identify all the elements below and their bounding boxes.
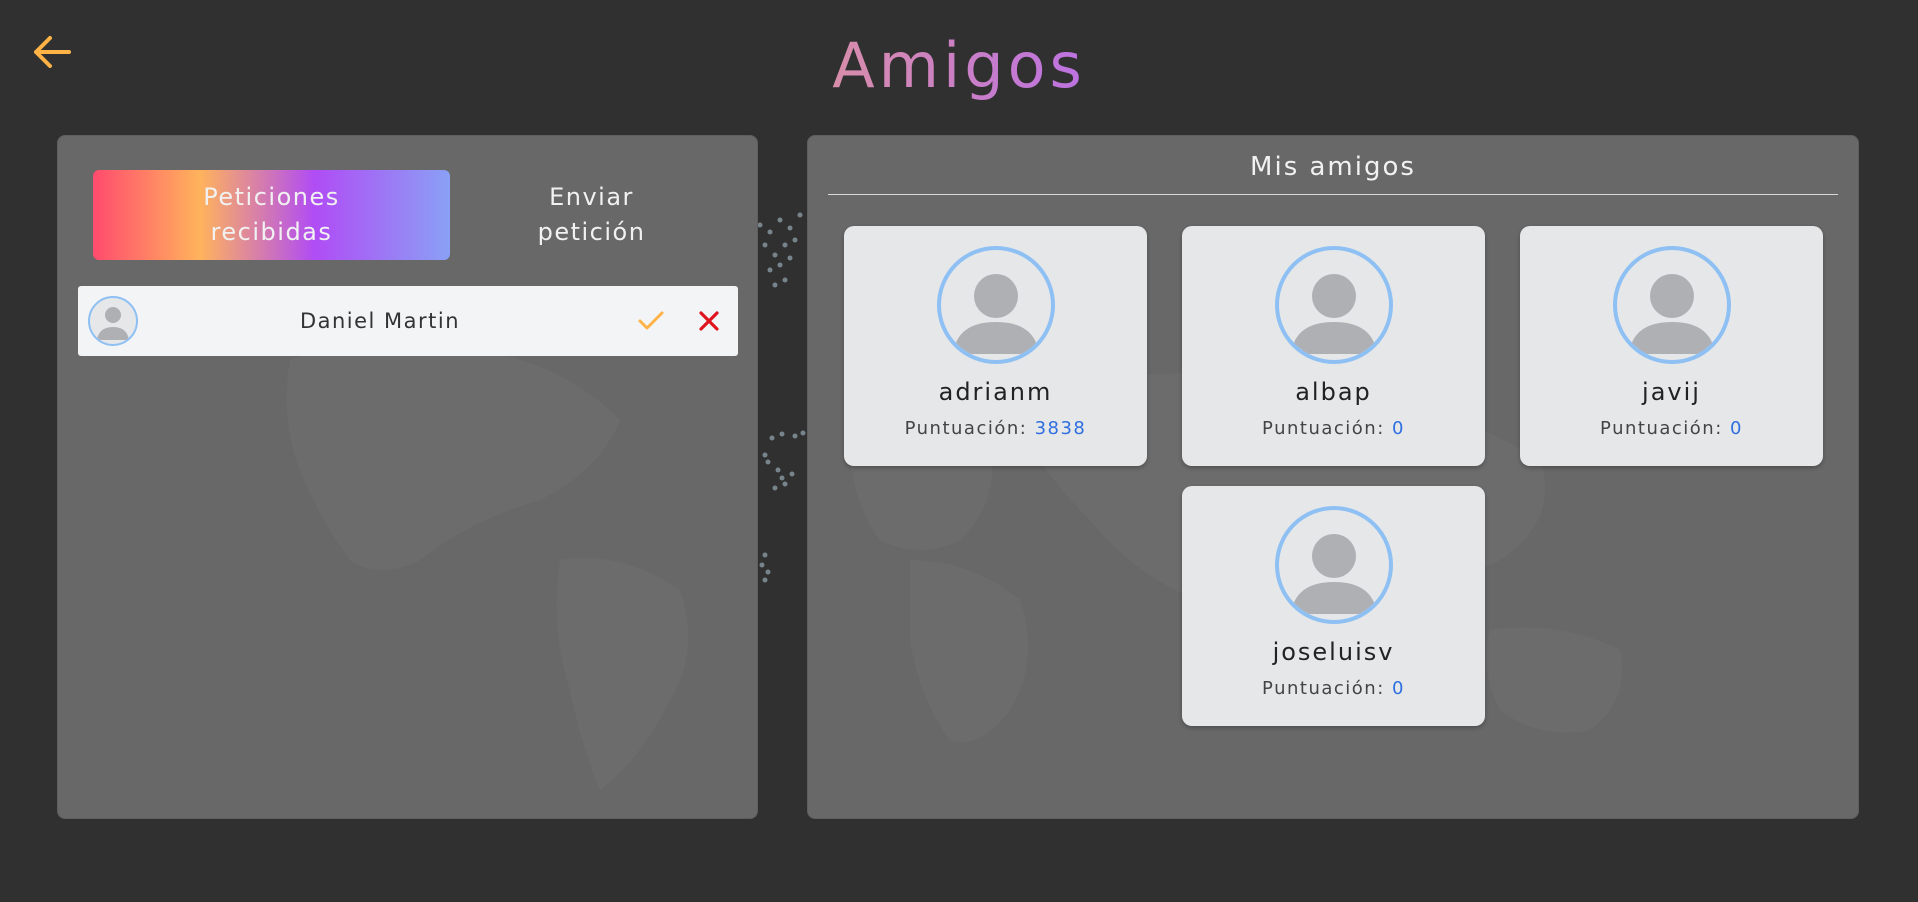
avatar — [1612, 246, 1731, 364]
avatar — [1274, 246, 1393, 364]
user-silhouette-icon — [1290, 534, 1377, 614]
user-silhouette-icon — [1290, 274, 1377, 354]
avatar — [88, 296, 138, 346]
friend-score: Puntuación: 0 — [1262, 678, 1405, 699]
score-value: 0 — [1392, 678, 1405, 699]
tab-send-request[interactable]: Enviar petición — [450, 170, 733, 260]
friend-score: Puntuación: 0 — [1262, 418, 1405, 439]
score-value: 3838 — [1034, 418, 1087, 439]
score-label: Puntuación: — [1262, 678, 1385, 699]
user-silhouette-icon — [97, 307, 129, 340]
friend-card[interactable]: adrianm Puntuación: 3838 — [844, 226, 1147, 466]
accept-request-button[interactable] — [622, 296, 680, 346]
score-value: 0 — [1730, 418, 1743, 439]
friend-score: Puntuación: 0 — [1600, 418, 1743, 439]
score-label: Puntuación: — [904, 418, 1028, 439]
score-label: Puntuación: — [1600, 418, 1723, 439]
reject-request-button[interactable] — [680, 296, 738, 346]
requests-panel: Peticiones recibidas Enviar petición Dan… — [57, 135, 758, 819]
avatar — [1274, 506, 1393, 624]
score-value: 0 — [1392, 418, 1405, 439]
avatar — [936, 246, 1055, 364]
requests-tabs: Peticiones recibidas Enviar petición — [93, 170, 733, 260]
friend-card[interactable]: javij Puntuación: 0 — [1520, 226, 1823, 466]
page-title: Amigos — [0, 26, 1918, 106]
friend-username: adrianm — [938, 378, 1053, 406]
score-label: Puntuación: — [1262, 418, 1385, 439]
user-silhouette-icon — [1628, 274, 1715, 354]
friend-username: joseluisv — [1272, 638, 1395, 666]
friend-score: Puntuación: 3838 — [905, 418, 1087, 439]
friend-username: albap — [1295, 378, 1372, 406]
friend-card[interactable]: albap Puntuación: 0 — [1182, 226, 1485, 466]
tab-received-requests[interactable]: Peticiones recibidas — [93, 170, 450, 260]
friend-card[interactable]: joseluisv Puntuación: 0 — [1182, 486, 1485, 726]
check-icon — [638, 311, 664, 330]
request-sender-name: Daniel Martin — [299, 309, 461, 333]
close-icon — [699, 311, 719, 331]
friends-grid: adrianm Puntuación: 3838 albap Puntuació… — [808, 136, 1858, 818]
request-item: Daniel Martin — [78, 286, 738, 356]
friends-panel: Mis amigos adrianm Puntuación: 3838 alba… — [807, 135, 1859, 819]
friend-username: javij — [1642, 378, 1701, 406]
user-silhouette-icon — [952, 274, 1039, 354]
